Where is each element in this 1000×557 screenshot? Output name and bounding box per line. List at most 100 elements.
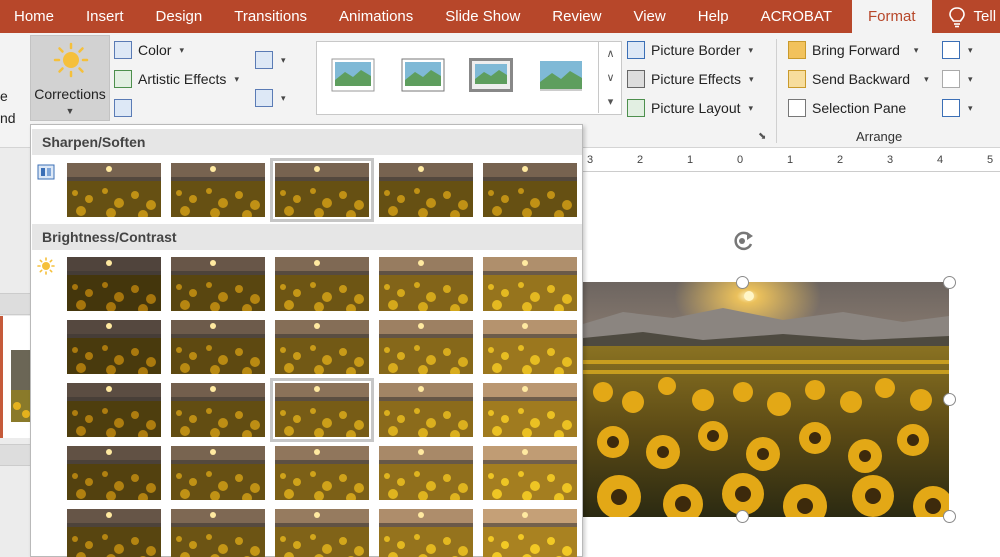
- picture-layout-button[interactable]: Picture Layout ▾: [627, 99, 753, 117]
- sunflower-picture[interactable]: [583, 282, 949, 517]
- sharpen-preset-3[interactable]: [270, 158, 374, 222]
- tab-design[interactable]: Design: [140, 0, 219, 33]
- brightness-preset-r3-c4[interactable]: [379, 383, 473, 437]
- brightness-preset-r1-c5[interactable]: [483, 257, 577, 311]
- compress-pictures-icon: [255, 51, 273, 69]
- corrections-button[interactable]: Corrections ▼: [30, 35, 110, 121]
- sharpen-preset-4[interactable]: [379, 163, 473, 217]
- brightness-preset-r3-c1[interactable]: [67, 383, 161, 437]
- tab-review[interactable]: Review: [536, 0, 617, 33]
- artistic-effects-button[interactable]: Artistic Effects ▾: [114, 70, 239, 88]
- tab-animations[interactable]: Animations: [323, 0, 429, 33]
- group-icon: [942, 70, 960, 88]
- gallery-up-button[interactable]: ∧: [598, 41, 622, 65]
- sharpen-preset-2[interactable]: [171, 163, 265, 217]
- color-button[interactable]: Color ▾: [114, 41, 184, 59]
- reset-picture-icon: [255, 89, 273, 107]
- sharpen-preset-1[interactable]: [67, 163, 161, 217]
- tab-acrobat[interactable]: ACROBAT: [745, 0, 848, 33]
- tell-me-box[interactable]: Tell me wh: [932, 0, 1000, 33]
- brightness-preset-r1-c2[interactable]: [171, 257, 265, 311]
- send-backward-button[interactable]: Send Backward ▾: [788, 70, 929, 88]
- compress-pictures-button[interactable]: ▾: [255, 51, 286, 69]
- reset-picture-button[interactable]: ▾: [255, 89, 286, 107]
- align-icon: [942, 41, 960, 59]
- picture-style-1[interactable]: [331, 58, 375, 92]
- transparency-button[interactable]: [114, 99, 132, 117]
- brightness-preset-r3-c5[interactable]: [483, 383, 577, 437]
- chevron-down-icon: ▼: [65, 106, 75, 116]
- powerpoint-window: Home Insert Design Transitions Animation…: [0, 0, 1000, 557]
- brightness-preset-r5-c1[interactable]: [67, 509, 161, 557]
- resize-handle-bottom[interactable]: [736, 510, 749, 523]
- tab-view[interactable]: View: [617, 0, 681, 33]
- brightness-preset-r2-c4[interactable]: [379, 320, 473, 374]
- brightness-preset-r1-c4[interactable]: [379, 257, 473, 311]
- brightness-preset-r4-c5[interactable]: [483, 446, 577, 500]
- bring-forward-button[interactable]: Bring Forward ▾: [788, 41, 918, 59]
- brightness-preset-r3-c3[interactable]: [270, 378, 374, 442]
- brightness-preset-r5-c5[interactable]: [483, 509, 577, 557]
- sharpen-soften-icon: [37, 164, 55, 180]
- brightness-preset-r5-c3[interactable]: [275, 509, 369, 557]
- corrections-label: Corrections: [34, 86, 106, 102]
- brightness-preset-r5-c2[interactable]: [171, 509, 265, 557]
- group-separator: [776, 39, 777, 143]
- color-icon: [114, 41, 132, 59]
- picture-style-4[interactable]: [539, 58, 583, 92]
- sharpen-soften-header: Sharpen/Soften: [32, 129, 582, 155]
- arrange-group-label: Arrange: [856, 129, 903, 144]
- picture-effects-button[interactable]: Picture Effects ▾: [627, 70, 754, 88]
- align-button[interactable]: ▾: [942, 41, 973, 59]
- dialog-launcher-icon[interactable]: ⬊: [758, 131, 766, 142]
- picture-layout-icon: [627, 99, 645, 117]
- brightness-preset-r2-c2[interactable]: [171, 320, 265, 374]
- gallery-more-button[interactable]: ▾: [598, 89, 622, 113]
- brightness-preset-r4-c3[interactable]: [275, 446, 369, 500]
- rotate-handle-icon[interactable]: [729, 228, 757, 254]
- tab-transitions[interactable]: Transitions: [218, 0, 323, 33]
- artistic-effects-icon: [114, 70, 132, 88]
- picture-border-button[interactable]: Picture Border ▾: [627, 41, 753, 59]
- brightness-preset-r1-c1[interactable]: [67, 257, 161, 311]
- selection-pane-icon: [788, 99, 806, 117]
- corrections-dropdown: Sharpen/Soften Brightness/Contrast: [30, 124, 583, 557]
- tell-me-text: Tell me wh: [973, 8, 1000, 25]
- bring-forward-icon: [788, 41, 806, 59]
- brightness-preset-r4-c1[interactable]: [67, 446, 161, 500]
- gallery-down-button[interactable]: ∨: [598, 65, 622, 89]
- resize-handle-bottom-right[interactable]: [943, 510, 956, 523]
- send-backward-icon: [788, 70, 806, 88]
- horizontal-ruler: 3 2 1 0 1 2 3 4 5: [583, 148, 1000, 172]
- brightness-contrast-header: Brightness/Contrast: [32, 224, 582, 250]
- sun-icon: [53, 42, 89, 78]
- brightness-preset-r5-c4[interactable]: [379, 509, 473, 557]
- selection-pane-button[interactable]: Selection Pane: [788, 99, 906, 117]
- picture-style-2[interactable]: [401, 58, 445, 92]
- resize-handle-top[interactable]: [736, 276, 749, 289]
- tab-help[interactable]: Help: [682, 0, 745, 33]
- gallery-scroll: ∧ ∨ ▾: [598, 41, 622, 115]
- brightness-preset-r3-c2[interactable]: [171, 383, 265, 437]
- resize-handle-top-right[interactable]: [943, 276, 956, 289]
- brightness-preset-r2-c1[interactable]: [67, 320, 161, 374]
- rotate-button[interactable]: ▾: [942, 99, 973, 117]
- picture-effects-icon: [627, 70, 645, 88]
- tab-insert[interactable]: Insert: [70, 0, 140, 33]
- transparency-icon: [114, 99, 132, 117]
- brightness-preset-r2-c3[interactable]: [275, 320, 369, 374]
- tab-format[interactable]: Format: [852, 0, 932, 33]
- cut-off-label: e nd: [0, 88, 16, 126]
- brightness-preset-r4-c4[interactable]: [379, 446, 473, 500]
- slide-thumbnail[interactable]: [0, 316, 33, 438]
- lightbulb-icon: [948, 6, 965, 27]
- tab-home[interactable]: Home: [0, 0, 70, 33]
- group-button[interactable]: ▾: [942, 70, 973, 88]
- sharpen-preset-5[interactable]: [483, 163, 577, 217]
- tab-slide-show[interactable]: Slide Show: [429, 0, 536, 33]
- brightness-preset-r2-c5[interactable]: [483, 320, 577, 374]
- brightness-preset-r1-c3[interactable]: [275, 257, 369, 311]
- resize-handle-right[interactable]: [943, 393, 956, 406]
- brightness-preset-r4-c2[interactable]: [171, 446, 265, 500]
- picture-style-3[interactable]: [469, 58, 513, 92]
